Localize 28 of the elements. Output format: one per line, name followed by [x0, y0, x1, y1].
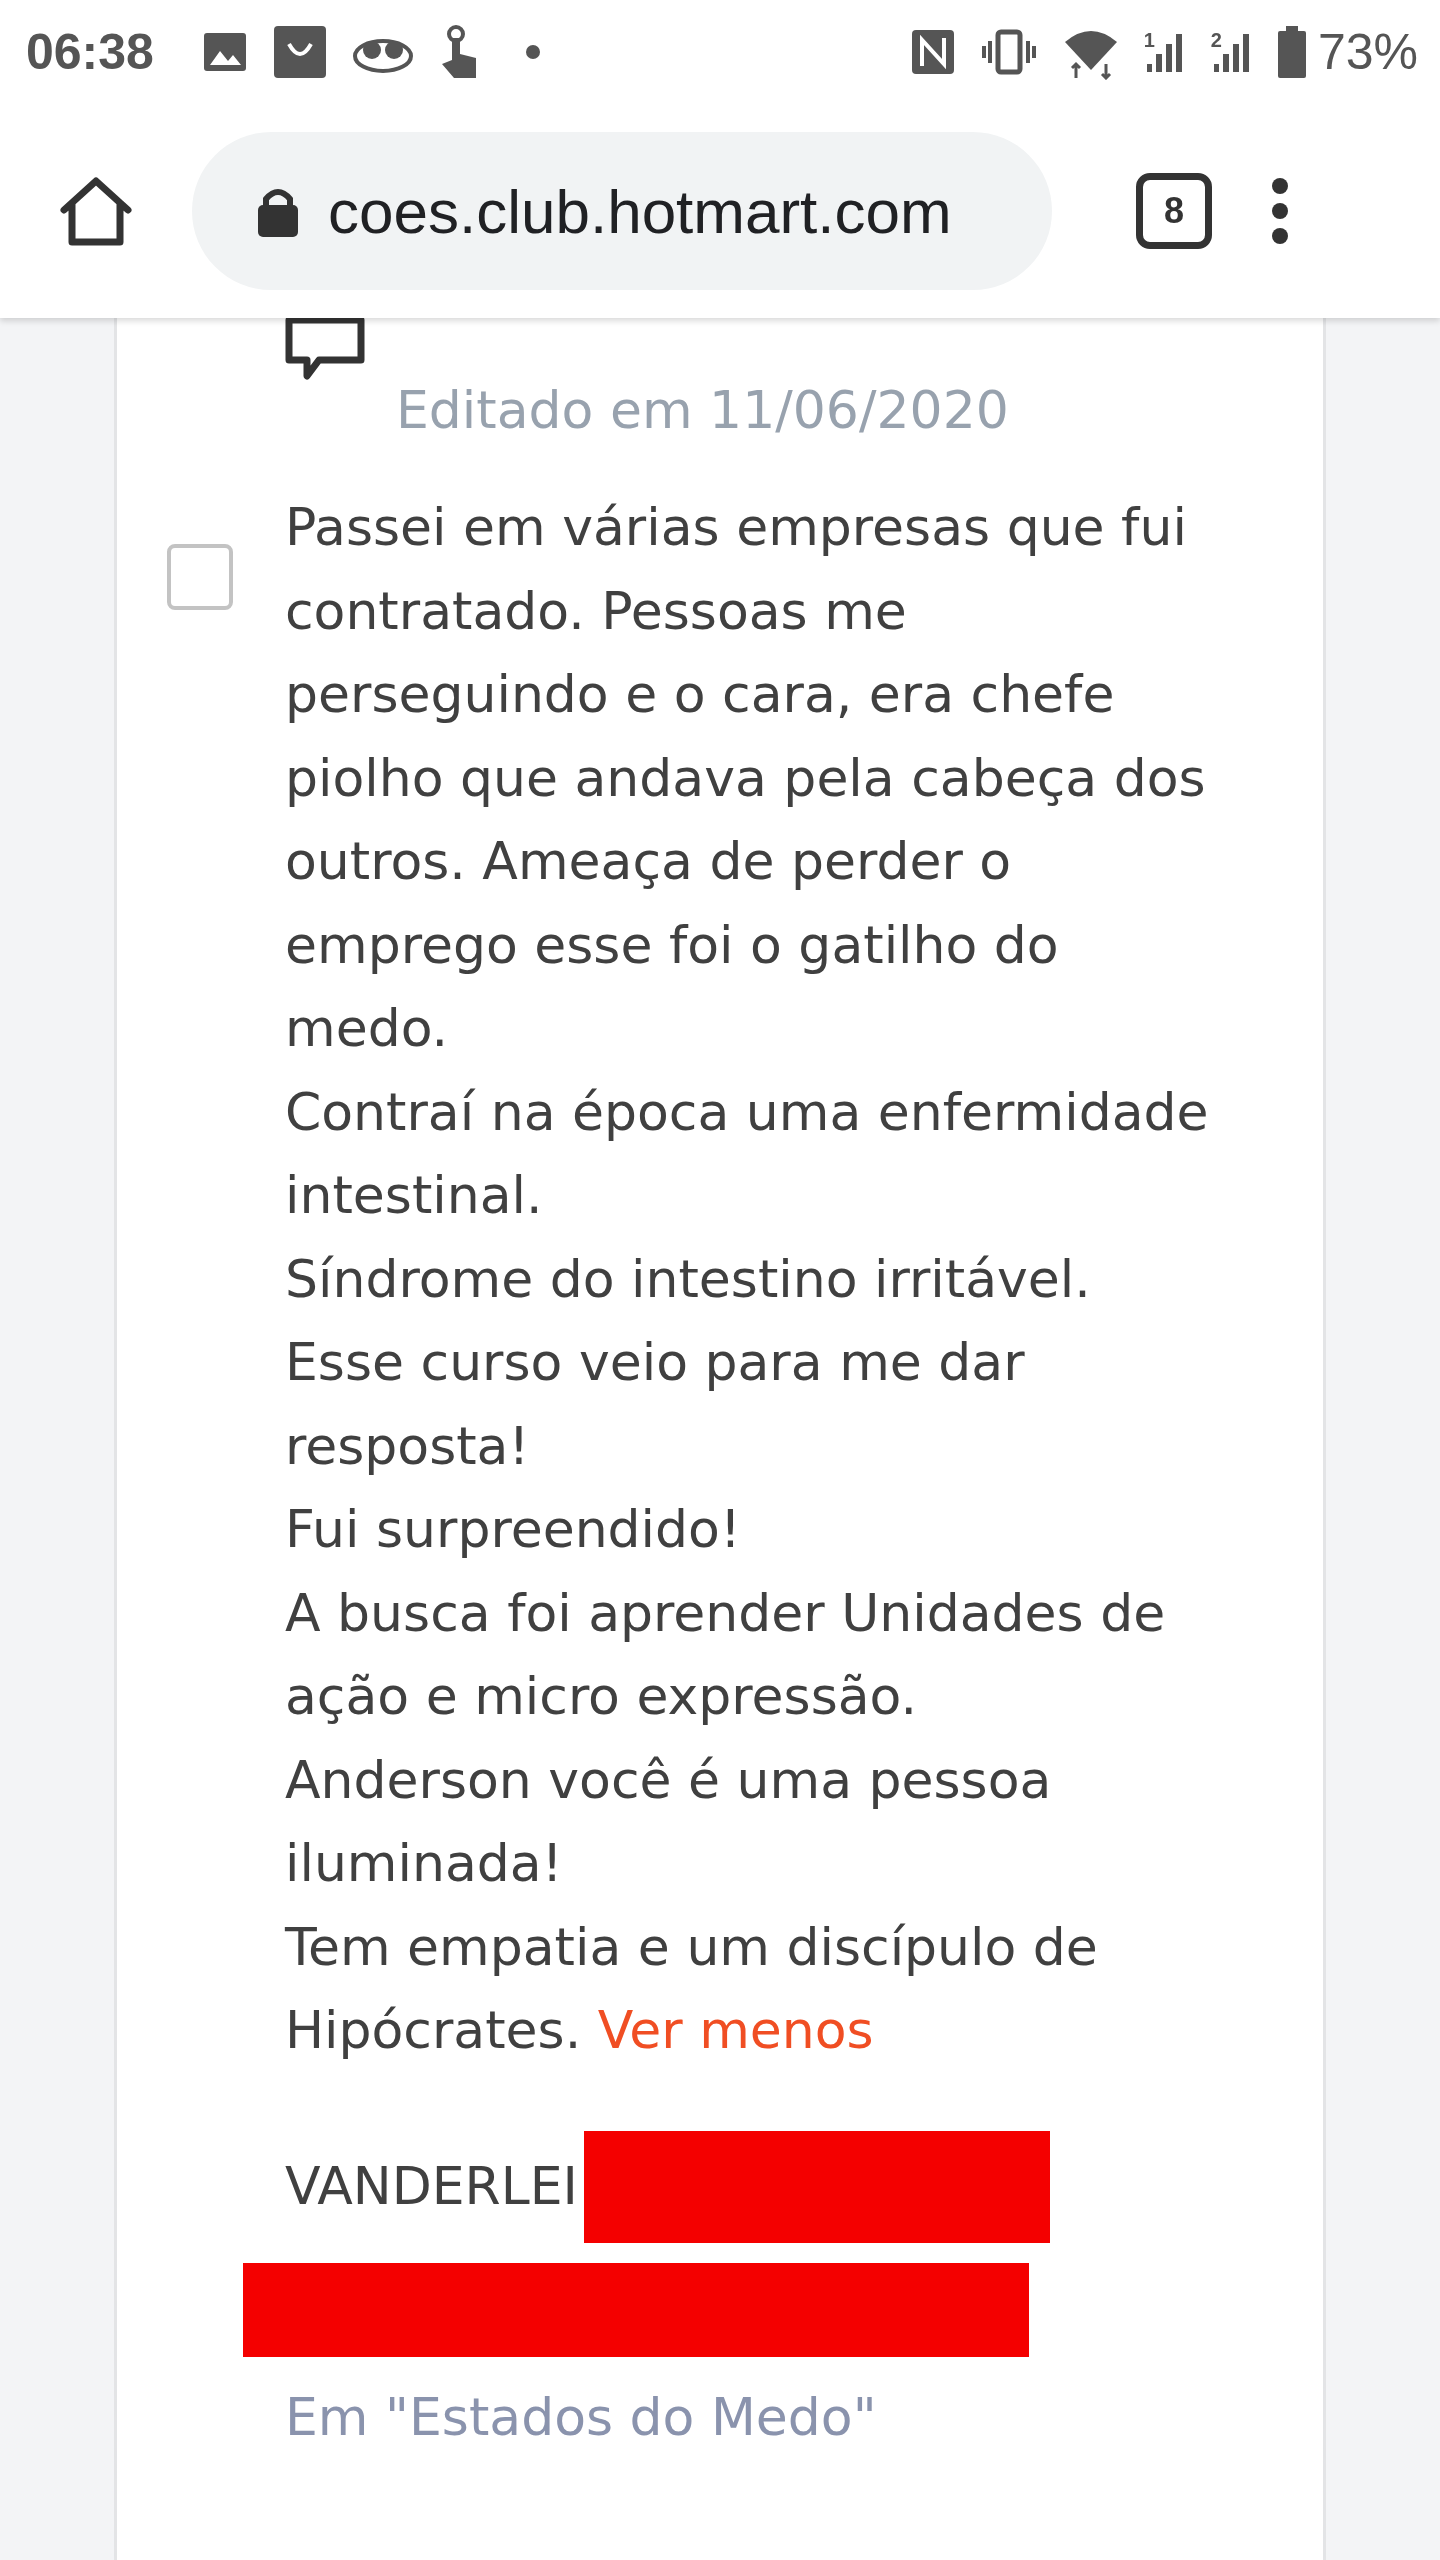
battery-icon — [1277, 26, 1306, 78]
edited-date: Editado em 11/06/2020 — [395, 379, 1010, 442]
author-name: VANDERLEI — [285, 2155, 578, 2218]
course-location: Em "Estados do Medo" — [284, 2385, 878, 2449]
nfc-icon — [909, 28, 956, 76]
post-text: Tem empatia e um discípulo de Hipócrates. Ver menos — [285, 1915, 1099, 2062]
home-icon[interactable] — [58, 176, 134, 246]
more-options-icon[interactable] — [1270, 176, 1290, 246]
notification-dot-icon — [525, 45, 540, 59]
post-text: A busca foi aprender Unidades de ação e micro expressão. — [285, 1581, 1167, 1728]
status-time: 06:38 — [26, 23, 154, 81]
comment-icon — [285, 316, 365, 380]
post-text: Síndrome do intestino irritável. — [285, 1247, 1092, 1311]
checkbox[interactable] — [167, 544, 233, 610]
battery-percentage: 73% — [1317, 23, 1418, 81]
post-text: Esse curso veio para me dar resposta! — [285, 1331, 1026, 1478]
vibrate-icon — [979, 29, 1038, 75]
post-text: Contraí na época uma enfermidade intestinal. — [285, 1080, 1210, 1227]
post-text: Fui surpreendido! — [285, 1498, 742, 1561]
shopping-bag-icon — [271, 24, 328, 80]
post-text: Anderson você é uma pessoa iluminada! — [285, 1748, 1053, 1895]
address-bar[interactable]: coes.club.hotmart.com — [192, 132, 1052, 290]
post-text: Passei em várias empresas que fui contratado. Pessoas me perseguindo e o cara, era chefe piolho que andava pela cabeça dos outros. Ameaça de perder o emprego esse foi o gatilho do medo. — [285, 496, 1207, 1060]
tab-count-button[interactable]: 8 — [1136, 173, 1212, 249]
see-less-link[interactable]: Ver menos — [597, 2000, 874, 2060]
sim-label: 2 — [1210, 30, 1222, 50]
sim-label: 1 — [1143, 30, 1155, 50]
gallery-icon — [201, 31, 248, 73]
